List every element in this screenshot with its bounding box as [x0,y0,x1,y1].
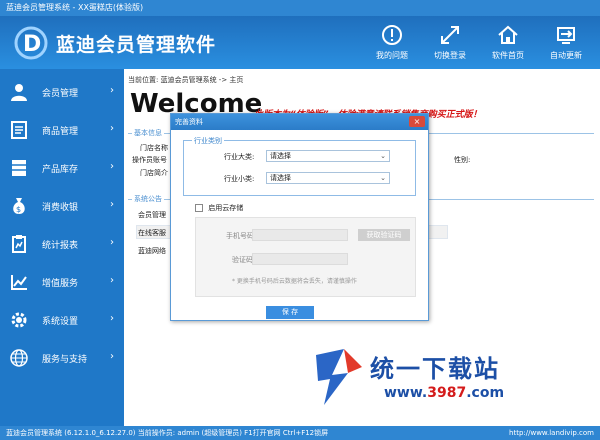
watermark-url: www.3987.com [384,385,504,401]
cabinet-icon [12,160,26,176]
sidebar-item-cashier[interactable]: $ 消费收银 › [0,187,124,225]
category-small-label: 行业小类: [224,175,255,183]
member-mgmt-label: 会员管理 [138,211,166,219]
logo-icon: D [14,26,48,60]
sidebar-item-label: 统计报表 [42,241,79,251]
gender-label: 性别: [454,156,471,164]
watermark-logo-icon [316,349,362,405]
globe-icon [10,349,28,367]
download-site-watermark: 统一下载站 www.3987.com [314,345,584,415]
auto-update-label: 自动更新 [550,51,582,60]
money-bag-icon: $ [13,198,25,214]
chevron-right-icon: › [110,275,114,286]
svg-text:$: $ [16,205,21,214]
sidebar-item-label: 服务与支持 [42,355,88,365]
app-header: D 蓝迪会员管理软件 我的问题 切换登录 软件首页 自动更新 [0,16,600,69]
cloud-storage-checkbox[interactable] [195,204,203,212]
close-icon[interactable]: × [409,116,425,127]
chevron-right-icon: › [110,313,114,324]
category-big-select[interactable]: 请选择 ⌄ [266,150,390,162]
breadcrumb: 当前位置: 蓝迪会员管理系统 -> 主页 [128,76,244,84]
chevron-right-icon: › [110,199,114,210]
section-basic-title: 基本信息 [132,128,164,138]
switch-login-label: 切换登录 [434,51,466,60]
phone-input[interactable] [252,229,348,241]
chevron-down-icon: ⌄ [380,152,386,160]
window-title: 蓝迪会员管理系统 - XX蛋糕店(体验版) [0,0,600,16]
chevron-down-icon: ⌄ [380,174,386,182]
my-question-button[interactable]: 我的问题 [362,22,422,68]
sidebar-item-inventory[interactable]: 产品库存 › [0,149,124,187]
home-icon [498,25,518,44]
sidebar-item-value-added[interactable]: 增值服务 › [0,263,124,301]
sidebar-item-settings[interactable]: 系统设置 › [0,301,124,339]
store-name-label: 门店名称 [140,144,168,152]
landi-network-label: 蓝迪网络 [138,247,166,255]
sidebar-item-label: 商品管理 [42,127,79,137]
phone-verify-panel: 手机号码: 获取验证码 验证码: * 更换手机号码后云数据将会丢失，请谨慎操作 [195,217,416,297]
sidebar-item-member[interactable]: 会员管理 › [0,73,124,111]
watermark-url-suffix: .com [466,385,505,401]
get-code-button[interactable]: 获取验证码 [358,229,410,241]
chevron-right-icon: › [110,237,114,248]
cloud-storage-label: 启用云存储 [208,204,244,212]
watermark-url-number: 3987 [427,385,467,401]
phone-change-hint: * 更换手机号码后云数据将会丢失，请谨慎操作 [232,278,357,285]
gear-icon [11,312,27,328]
switch-login-button[interactable]: 切换登录 [420,22,480,68]
industry-legend: 行业类别 [192,136,224,146]
save-button[interactable]: 保 存 [266,306,314,319]
watermark-url-prefix: www. [384,385,428,401]
svg-text:D: D [23,32,41,57]
section-notice-title: 系统公告 [132,194,164,204]
sidebar-item-support[interactable]: 服务与支持 › [0,339,124,377]
sidebar-item-label: 产品库存 [42,165,79,175]
software-home-button[interactable]: 软件首页 [478,22,538,68]
status-bar: 蓝迪会员管理系统 (6.12.1.0_6.12.27.0) 当前操作员: adm… [0,426,600,440]
auto-update-button[interactable]: 自动更新 [536,22,596,68]
dialog-title: 完善资料 [175,118,203,126]
logo-text: 蓝迪会员管理软件 [56,34,217,56]
alert-icon [382,25,402,45]
dialog-title-bar: 完善资料 × [171,114,428,130]
sidebar-item-label: 消费收银 [42,203,79,213]
user-icon [11,84,27,101]
sidebar-item-label: 系统设置 [42,317,79,327]
line-chart-icon [11,275,27,290]
my-question-label: 我的问题 [376,51,408,60]
category-small-select[interactable]: 请选择 ⌄ [266,172,390,184]
category-big-label: 行业大类: [224,153,255,161]
operator-label: 操作员账号 [132,156,167,164]
update-icon [557,27,575,44]
online-service-label: 在线客服 [138,229,166,237]
industry-fieldset: 行业类别 行业大类: 请选择 ⌄ 行业小类: 请选择 ⌄ [183,136,416,196]
chevron-right-icon: › [110,85,114,96]
status-text: 蓝迪会员管理系统 (6.12.1.0_6.12.27.0) 当前操作员: adm… [6,429,329,437]
software-home-label: 软件首页 [492,51,524,60]
sidebar: 会员管理 › 商品管理 › 产品库存 › $ 消费收银 › 统计报表 › 增值服… [0,69,124,426]
clipboard-icon [12,235,26,253]
chevron-right-icon: › [110,123,114,134]
expand-arrows-icon [441,26,459,44]
chevron-right-icon: › [110,351,114,362]
sidebar-item-label: 会员管理 [42,89,79,99]
document-icon [11,121,27,139]
category-small-value: 请选择 [270,174,291,182]
sidebar-item-label: 增值服务 [42,279,79,289]
category-big-value: 请选择 [270,152,291,160]
status-url[interactable]: http://www.landivip.com [509,426,594,440]
complete-profile-dialog: 完善资料 × 行业类别 行业大类: 请选择 ⌄ 行业小类: 请选择 ⌄ 启用云存… [170,113,429,321]
chevron-right-icon: › [110,161,114,172]
watermark-text: 统一下载站 [370,355,500,383]
store-intro-label: 门店简介 [140,169,168,177]
code-input[interactable] [252,253,348,265]
sidebar-item-goods[interactable]: 商品管理 › [0,111,124,149]
sidebar-item-reports[interactable]: 统计报表 › [0,225,124,263]
cloud-storage-row[interactable]: 启用云存储 [195,203,243,213]
